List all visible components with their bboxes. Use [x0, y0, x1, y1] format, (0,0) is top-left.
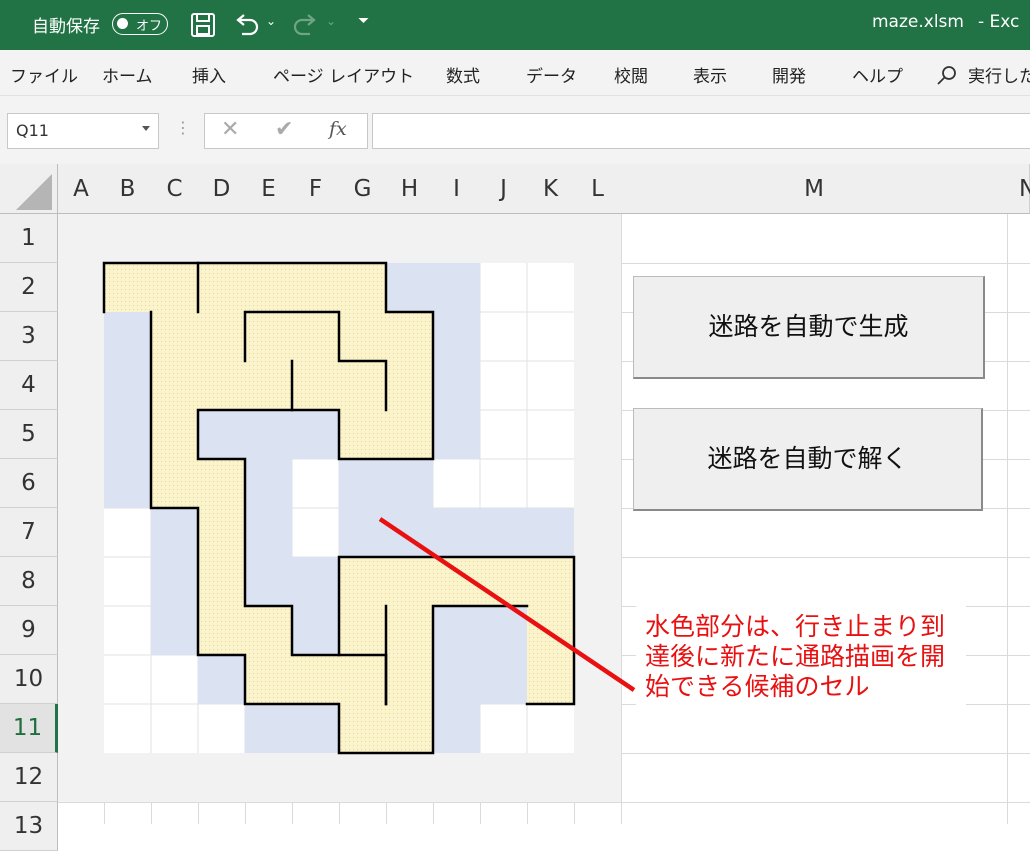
column-header-h[interactable]: H: [386, 164, 434, 214]
column-header-n[interactable]: N: [1007, 164, 1030, 214]
row-header-7[interactable]: 7: [0, 508, 58, 557]
row-header-3[interactable]: 3: [0, 312, 58, 361]
annotation-text: 水色部分は、行き止まり到達後に新たに通路描画を開始できる候補のセル: [645, 612, 946, 701]
row-header-6[interactable]: 6: [0, 459, 58, 508]
column-header-m[interactable]: M: [621, 164, 1008, 214]
row-header-2[interactable]: 2: [0, 263, 58, 312]
column-header-f[interactable]: F: [292, 164, 340, 214]
row-header-13[interactable]: 13: [0, 802, 58, 851]
select-all-icon: [16, 174, 52, 210]
row-header-12[interactable]: 12: [0, 753, 58, 802]
column-header-b[interactable]: B: [104, 164, 152, 214]
solve-maze-button[interactable]: 迷路を自動で解く: [633, 408, 983, 511]
row-header-5[interactable]: 5: [0, 410, 58, 459]
column-header-d[interactable]: D: [198, 164, 246, 214]
generate-maze-button[interactable]: 迷路を自動で生成: [633, 276, 985, 379]
column-header-i[interactable]: I: [433, 164, 481, 214]
row-header-9[interactable]: 9: [0, 606, 58, 655]
row-header-1[interactable]: 1: [0, 214, 58, 263]
row-header-10[interactable]: 10: [0, 655, 58, 704]
column-header-c[interactable]: C: [151, 164, 199, 214]
column-header-e[interactable]: E: [245, 164, 293, 214]
row-header-8[interactable]: 8: [0, 557, 58, 606]
column-header-l[interactable]: L: [574, 164, 622, 214]
column-header-g[interactable]: G: [339, 164, 387, 214]
select-all-corner[interactable]: [0, 164, 58, 214]
column-header-a[interactable]: A: [58, 164, 105, 214]
column-header-j[interactable]: J: [480, 164, 528, 214]
row-header-11[interactable]: 11: [0, 704, 58, 753]
column-header-k[interactable]: K: [527, 164, 575, 214]
row-header-4[interactable]: 4: [0, 361, 58, 410]
